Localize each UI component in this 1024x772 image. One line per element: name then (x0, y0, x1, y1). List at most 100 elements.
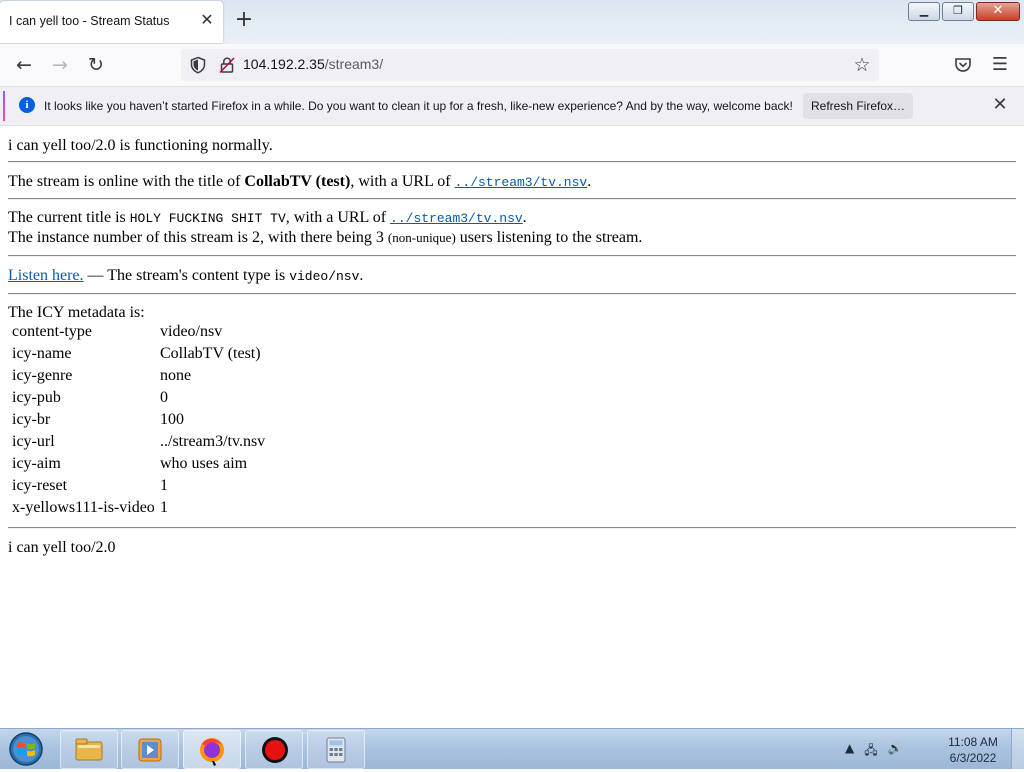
taskbar-recorder[interactable] (245, 730, 303, 769)
metadata-key: icy-url (12, 433, 55, 450)
folder-icon (75, 738, 103, 761)
current-prefix: The current title is (8, 209, 130, 226)
metadata-value: ../stream3/tv.nsv (160, 433, 266, 450)
metadata-value: none (160, 367, 192, 384)
instance-text-b: users listening to the stream. (455, 229, 643, 246)
metadata-value: 1 (160, 499, 168, 516)
maximize-button[interactable]: ❐ (942, 2, 974, 21)
metadata-value: CollabTV (test) (160, 345, 261, 362)
instance-note: (non-unique) (387, 230, 456, 245)
url-bar[interactable]: 104.192.2.35/stream3/ ☆ (181, 49, 879, 81)
stream-url-link[interactable]: ../stream3/tv.nsv (455, 175, 588, 190)
volume-icon[interactable]: 🔊 (888, 741, 903, 762)
refresh-firefox-button[interactable]: Refresh Firefox… (803, 93, 913, 119)
listen-link[interactable]: Listen here. (8, 267, 84, 284)
instance-line: The instance number of this stream is 2,… (8, 228, 1016, 247)
info-icon: i (19, 97, 35, 113)
taskbar-explorer[interactable] (60, 730, 118, 769)
tab-active[interactable]: I can yell too - Stream Status ✕ (0, 1, 223, 43)
metadata-key: icy-pub (12, 389, 61, 406)
metadata-key: content-type (12, 323, 92, 340)
new-tab-icon[interactable]: + (234, 9, 254, 31)
navigation-toolbar: ← → ↻ 104.192.2.35/stream3/ ☆ ☰ (0, 44, 1024, 87)
minimize-button[interactable]: ▁ (908, 2, 940, 21)
online-line: The stream is online with the title of C… (8, 163, 1016, 190)
metadata-value: video/nsv (160, 323, 223, 340)
instance-text-a: The instance number of this stream is 2,… (8, 229, 388, 246)
url-path: /stream3/ (324, 56, 384, 72)
metadata-key: x-yellows111-is-video (12, 499, 155, 516)
online-prefix: The stream is online with the title of (8, 173, 245, 190)
show-hidden-icons-icon[interactable]: ▲ (845, 741, 854, 762)
url-host: 104.192.2.35 (243, 56, 325, 72)
window-controls: ▁ ❐ ✕ (908, 2, 1020, 21)
notification-close-icon[interactable]: ✕ (990, 95, 1010, 115)
calculator-icon (326, 737, 346, 763)
notification-text: It looks like you haven’t started Firefo… (44, 99, 793, 113)
metadata-key: icy-aim (12, 455, 61, 472)
shield-icon[interactable] (189, 56, 207, 74)
current-title-line: The current title is HOLY FUCKING SHIT T… (8, 200, 1016, 228)
page-content: i can yell too/2.0 is functioning normal… (8, 126, 1016, 728)
taskbar-firefox[interactable] (183, 730, 241, 769)
icy-heading: The ICY metadata is: (8, 304, 145, 321)
status-line: i can yell too/2.0 is functioning normal… (8, 137, 273, 154)
metadata-row: x-yellows111-is-video 1 (11, 497, 267, 519)
show-desktop-button[interactable] (1011, 729, 1024, 769)
media-player-icon (138, 738, 162, 762)
metadata-row: icy-reset 1 (11, 475, 267, 497)
period: . (587, 173, 592, 190)
system-tray: ▲ 🖧 🔊 (845, 741, 903, 762)
metadata-key: icy-br (12, 411, 51, 428)
taskbar: ▲ 🖧 🔊 11:08 AM 6/3/2022 (0, 728, 1024, 769)
forward-icon[interactable]: → (48, 53, 72, 77)
metadata-key: icy-genre (12, 367, 73, 384)
current-mid: , with a URL of (285, 209, 391, 226)
taskbar-calculator[interactable] (307, 730, 365, 769)
network-icon[interactable]: 🖧 (864, 741, 877, 762)
pocket-icon[interactable] (952, 54, 974, 76)
taskbar-clock[interactable]: 11:08 AM 6/3/2022 (935, 734, 1011, 766)
current-url-link[interactable]: ../stream3/tv.nsv (390, 211, 523, 226)
metadata-row: icy-aim who uses aim (11, 453, 267, 475)
tab-strip: I can yell too - Stream Status ✕ + ▁ ❐ ✕ (0, 0, 1024, 44)
metadata-row: icy-genre none (11, 365, 267, 387)
metadata-row: icy-br 100 (11, 409, 267, 431)
lock-icon[interactable] (218, 56, 236, 74)
metadata-value: 100 (160, 411, 184, 428)
period: . (359, 267, 364, 284)
clock-time: 11:08 AM (948, 735, 998, 749)
current-title: HOLY FUCKING SHIT TV (129, 211, 286, 226)
start-button-icon[interactable] (6, 731, 46, 767)
hamburger-menu-icon[interactable]: ☰ (988, 53, 1012, 77)
reload-icon[interactable]: ↻ (84, 53, 108, 77)
record-icon (262, 737, 288, 763)
listen-line: Listen here. — The stream's content type… (8, 257, 1016, 284)
tab-close-icon[interactable]: ✕ (198, 11, 216, 29)
stream-title: CollabTV (test) (244, 173, 351, 190)
content-type-prefix: — The stream's content type is (83, 267, 290, 284)
firefox-icon (200, 738, 224, 766)
period: . (522, 209, 527, 226)
minimize-icon: ▁ (919, 4, 929, 17)
clock-date: 6/3/2022 (949, 751, 997, 765)
icy-metadata-table: content-type video/nsv icy-name CollabTV (t… (9, 321, 269, 519)
metadata-row: content-type video/nsv (11, 321, 267, 343)
content-type-value: video/nsv (289, 269, 360, 284)
taskbar-media-player[interactable] (121, 730, 179, 769)
online-mid: , with a URL of (350, 173, 455, 190)
restore-icon: ❐ (953, 4, 963, 17)
metadata-row: icy-pub 0 (11, 387, 267, 409)
server-footer: i can yell too/2.0 (8, 539, 116, 556)
close-window-button[interactable]: ✕ (976, 2, 1020, 21)
metadata-key: icy-name (12, 345, 72, 362)
bookmark-star-icon[interactable]: ☆ (851, 54, 873, 76)
metadata-value: 0 (160, 389, 168, 406)
metadata-value: who uses aim (160, 455, 248, 472)
close-icon: ✕ (992, 3, 1004, 18)
notification-bar: i It looks like you haven’t started Fire… (0, 87, 1024, 126)
url-text[interactable]: 104.192.2.35/stream3/ (243, 56, 383, 72)
back-icon[interactable]: ← (12, 53, 36, 77)
metadata-key: icy-reset (12, 477, 68, 494)
metadata-value: 1 (160, 477, 168, 494)
